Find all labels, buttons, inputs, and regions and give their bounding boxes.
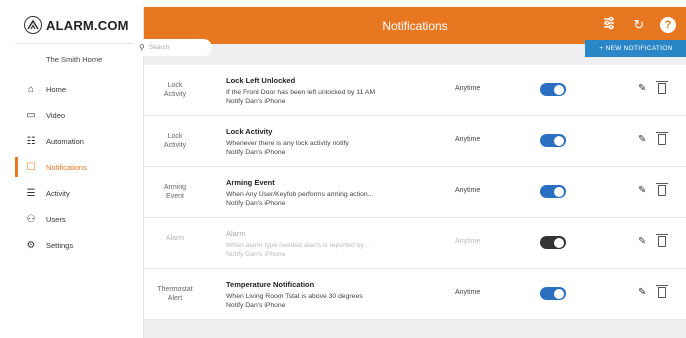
- pencil-icon[interactable]: ✎: [638, 236, 646, 247]
- notification-schedule: Anytime: [455, 238, 481, 245]
- notification-recipient: Notify Dan's iPhone: [226, 302, 286, 309]
- filter-icon[interactable]: [600, 16, 618, 34]
- notification-recipient: Notify Dan's iPhone: [226, 251, 286, 258]
- app-window: ALARM.COM The Smith Home ⌂ Home ▭ Video ☷ Aut…: [15, 7, 686, 338]
- toggle-knob: [554, 186, 564, 197]
- notification-category: Alarm: [165, 235, 185, 242]
- notification-recipient: Notify Dan's iPhone: [226, 98, 286, 105]
- notification-schedule: Anytime: [455, 85, 481, 92]
- notification-toggle[interactable]: [540, 134, 566, 147]
- notification-toggle[interactable]: [540, 185, 566, 198]
- brand-name: ALARM.COM: [46, 17, 129, 33]
- sidebar-item-label: Notifications: [46, 162, 87, 172]
- sidebar-item-activity[interactable]: ☰ Activity: [15, 180, 143, 206]
- pencil-icon[interactable]: ✎: [638, 287, 646, 298]
- sidebar-item-automation[interactable]: ☷ Automation: [15, 128, 143, 154]
- pencil-icon[interactable]: ✎: [638, 134, 646, 145]
- notification-schedule: Anytime: [455, 136, 481, 143]
- notification-row[interactable]: Alarm Alarm When alarm type needed alarm i…: [144, 218, 686, 269]
- notification-icon: ☐: [26, 161, 36, 173]
- sidebar-nav: ⌂ Home ▭ Video ☷ Automation ☐ Notifications ☰ Act…: [15, 76, 143, 258]
- sidebar: ALARM.COM The Smith Home ⌂ Home ▭ Video ☷ Aut…: [15, 7, 144, 338]
- notification-title[interactable]: Alarm: [226, 229, 246, 238]
- toggle-knob: [554, 84, 564, 95]
- sidebar-item-label: Users: [46, 214, 66, 224]
- notification-row[interactable]: Thermostat Alert Temperature Notification…: [144, 269, 686, 320]
- trash-icon[interactable]: [656, 81, 668, 94]
- trash-icon[interactable]: [656, 285, 668, 298]
- pencil-icon[interactable]: ✎: [638, 83, 646, 94]
- notification-category: Arming Event: [163, 184, 187, 200]
- help-icon[interactable]: ?: [660, 17, 676, 33]
- home-name[interactable]: The Smith Home: [15, 44, 143, 76]
- notification-row[interactable]: Lock Activity Lock Left Unlocked If the Fr…: [144, 65, 686, 116]
- notification-condition: When Living Room Tstat is above 30 degre…: [226, 293, 363, 300]
- notification-recipient: Notify Dan's iPhone: [226, 200, 286, 207]
- new-notification-button[interactable]: + NEW NOTIFICATION: [585, 40, 686, 57]
- pencil-icon[interactable]: ✎: [638, 185, 646, 196]
- alarm-logo-icon: [24, 16, 42, 34]
- house-icon: ⌂: [27, 83, 35, 95]
- sidebar-item-label: Home: [46, 84, 67, 94]
- notification-title[interactable]: Arming Event: [226, 178, 275, 187]
- search-input[interactable]: [148, 44, 204, 51]
- toggle-knob: [554, 237, 564, 248]
- notification-category: Lock Activity: [163, 82, 187, 98]
- sidebar-item-notifications[interactable]: ☐ Notifications: [15, 154, 143, 180]
- users-icon: ⚇: [26, 213, 36, 225]
- notification-title[interactable]: Lock Activity: [226, 127, 272, 136]
- notification-condition: If the Front Door has been left unlocked…: [226, 89, 376, 96]
- refresh-icon[interactable]: ↻: [630, 16, 648, 34]
- notification-category: Thermostat Alert: [157, 286, 193, 302]
- video-camera-icon: ▭: [26, 109, 36, 121]
- sidebar-item-settings[interactable]: ⚙ Settings: [15, 232, 143, 258]
- sidebar-item-video[interactable]: ▭ Video: [15, 102, 143, 128]
- notification-condition: When Any User/Keyfob performs arming act…: [226, 191, 374, 198]
- brand-logo[interactable]: ALARM.COM: [15, 7, 143, 44]
- notifications-table: Lock Activity Lock Left Unlocked If the Fr…: [144, 65, 686, 320]
- sidebar-item-label: Activity: [46, 188, 70, 198]
- trash-icon[interactable]: [656, 132, 668, 145]
- sidebar-item-users[interactable]: ⚇ Users: [15, 206, 143, 232]
- trash-icon[interactable]: [656, 183, 668, 196]
- notification-schedule: Anytime: [455, 289, 481, 296]
- notification-category: Lock Activity: [163, 133, 187, 149]
- notification-schedule: Anytime: [455, 187, 481, 194]
- sliders-icon: ☷: [26, 135, 36, 147]
- notification-title[interactable]: Temperature Notification: [226, 280, 314, 289]
- sidebar-item-label: Video: [46, 110, 66, 120]
- notification-row[interactable]: Arming Event Arming Event When Any User/Ke…: [144, 167, 686, 218]
- notification-title[interactable]: Lock Left Unlocked: [226, 76, 295, 85]
- notification-condition: Whenever there is any lock activity noti…: [226, 140, 349, 147]
- trash-icon[interactable]: [656, 234, 668, 247]
- notification-row[interactable]: Lock Activity Lock Activity Whenever there…: [144, 116, 686, 167]
- header-actions: ↻ ?: [600, 16, 676, 34]
- notification-toggle[interactable]: [540, 236, 566, 249]
- activity-icon: ☰: [26, 187, 36, 199]
- search-box[interactable]: ⚲: [133, 39, 212, 56]
- search-icon: ⚲: [139, 43, 145, 52]
- sidebar-item-label: Settings: [46, 240, 74, 250]
- sidebar-item-label: Automation: [46, 136, 84, 146]
- notification-condition: When alarm type needed alarm is reported…: [226, 242, 370, 249]
- toggle-knob: [554, 288, 564, 299]
- toggle-knob: [554, 135, 564, 146]
- page-header: Notifications ↻ ?: [144, 7, 686, 44]
- gear-icon: ⚙: [26, 239, 36, 251]
- notification-toggle[interactable]: [540, 287, 566, 300]
- notification-recipient: Notify Dan's iPhone: [226, 149, 286, 156]
- notification-toggle[interactable]: [540, 83, 566, 96]
- sidebar-item-home[interactable]: ⌂ Home: [15, 76, 143, 102]
